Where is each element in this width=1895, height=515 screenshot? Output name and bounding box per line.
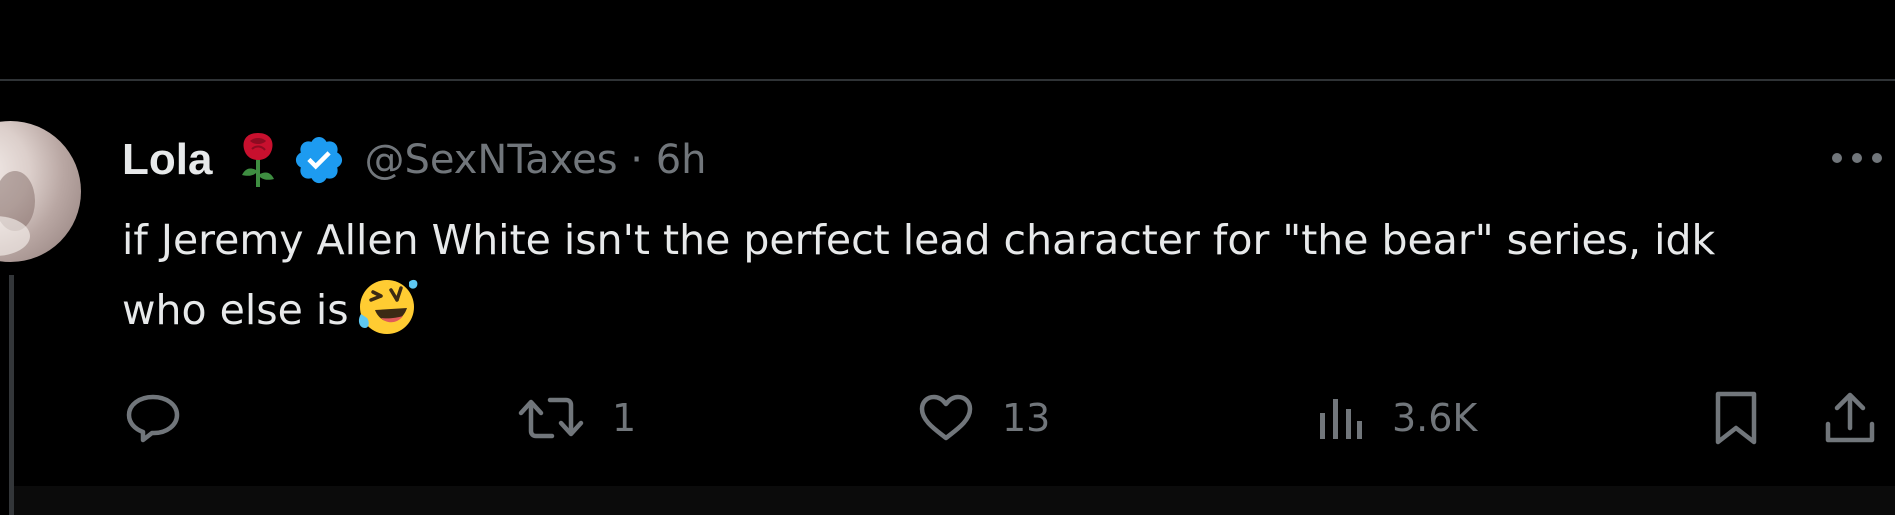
tweet-timestamp[interactable]: 6h <box>656 137 707 183</box>
views-button[interactable]: 3.6K <box>1316 390 1477 446</box>
rolling-on-floor-laughing-icon <box>355 274 419 338</box>
views-icon <box>1316 393 1364 443</box>
share-button[interactable] <box>1822 390 1878 446</box>
display-name[interactable]: Lola <box>122 135 212 185</box>
like-button[interactable]: 13 <box>918 390 1050 446</box>
tweet-header: Lola @SexNTaxes · 6h <box>122 132 707 188</box>
tweet-text-line-2: who else is <box>122 274 1895 344</box>
rose-icon <box>238 131 278 189</box>
retweet-count: 1 <box>612 396 637 440</box>
reply-icon <box>125 393 181 443</box>
bookmark-icon <box>1712 390 1760 446</box>
avatar[interactable] <box>0 121 81 262</box>
share-icon <box>1822 390 1878 446</box>
bookmark-button[interactable] <box>1712 390 1760 446</box>
verified-badge-icon[interactable] <box>292 133 346 187</box>
views-count: 3.6K <box>1392 396 1478 440</box>
time-separator: · <box>617 137 656 183</box>
top-divider <box>0 79 1895 81</box>
reply-button[interactable] <box>125 390 181 446</box>
like-count: 13 <box>1002 396 1051 440</box>
tweet-text: if Jeremy Allen White isn't the perfect … <box>122 206 1895 344</box>
tweet-text-line-1: if Jeremy Allen White isn't the perfect … <box>122 216 1716 264</box>
more-icon[interactable] <box>1829 150 1885 166</box>
heart-icon <box>918 393 974 443</box>
next-tweet-edge <box>14 486 1895 515</box>
thread-line <box>9 275 14 515</box>
retweet-button[interactable]: 1 <box>518 390 636 446</box>
tweet-text-line-2-text: who else is <box>122 286 349 334</box>
retweet-icon <box>518 393 584 443</box>
handle-and-time: @SexNTaxes · 6h <box>364 137 706 183</box>
author-handle[interactable]: @SexNTaxes <box>364 137 617 183</box>
